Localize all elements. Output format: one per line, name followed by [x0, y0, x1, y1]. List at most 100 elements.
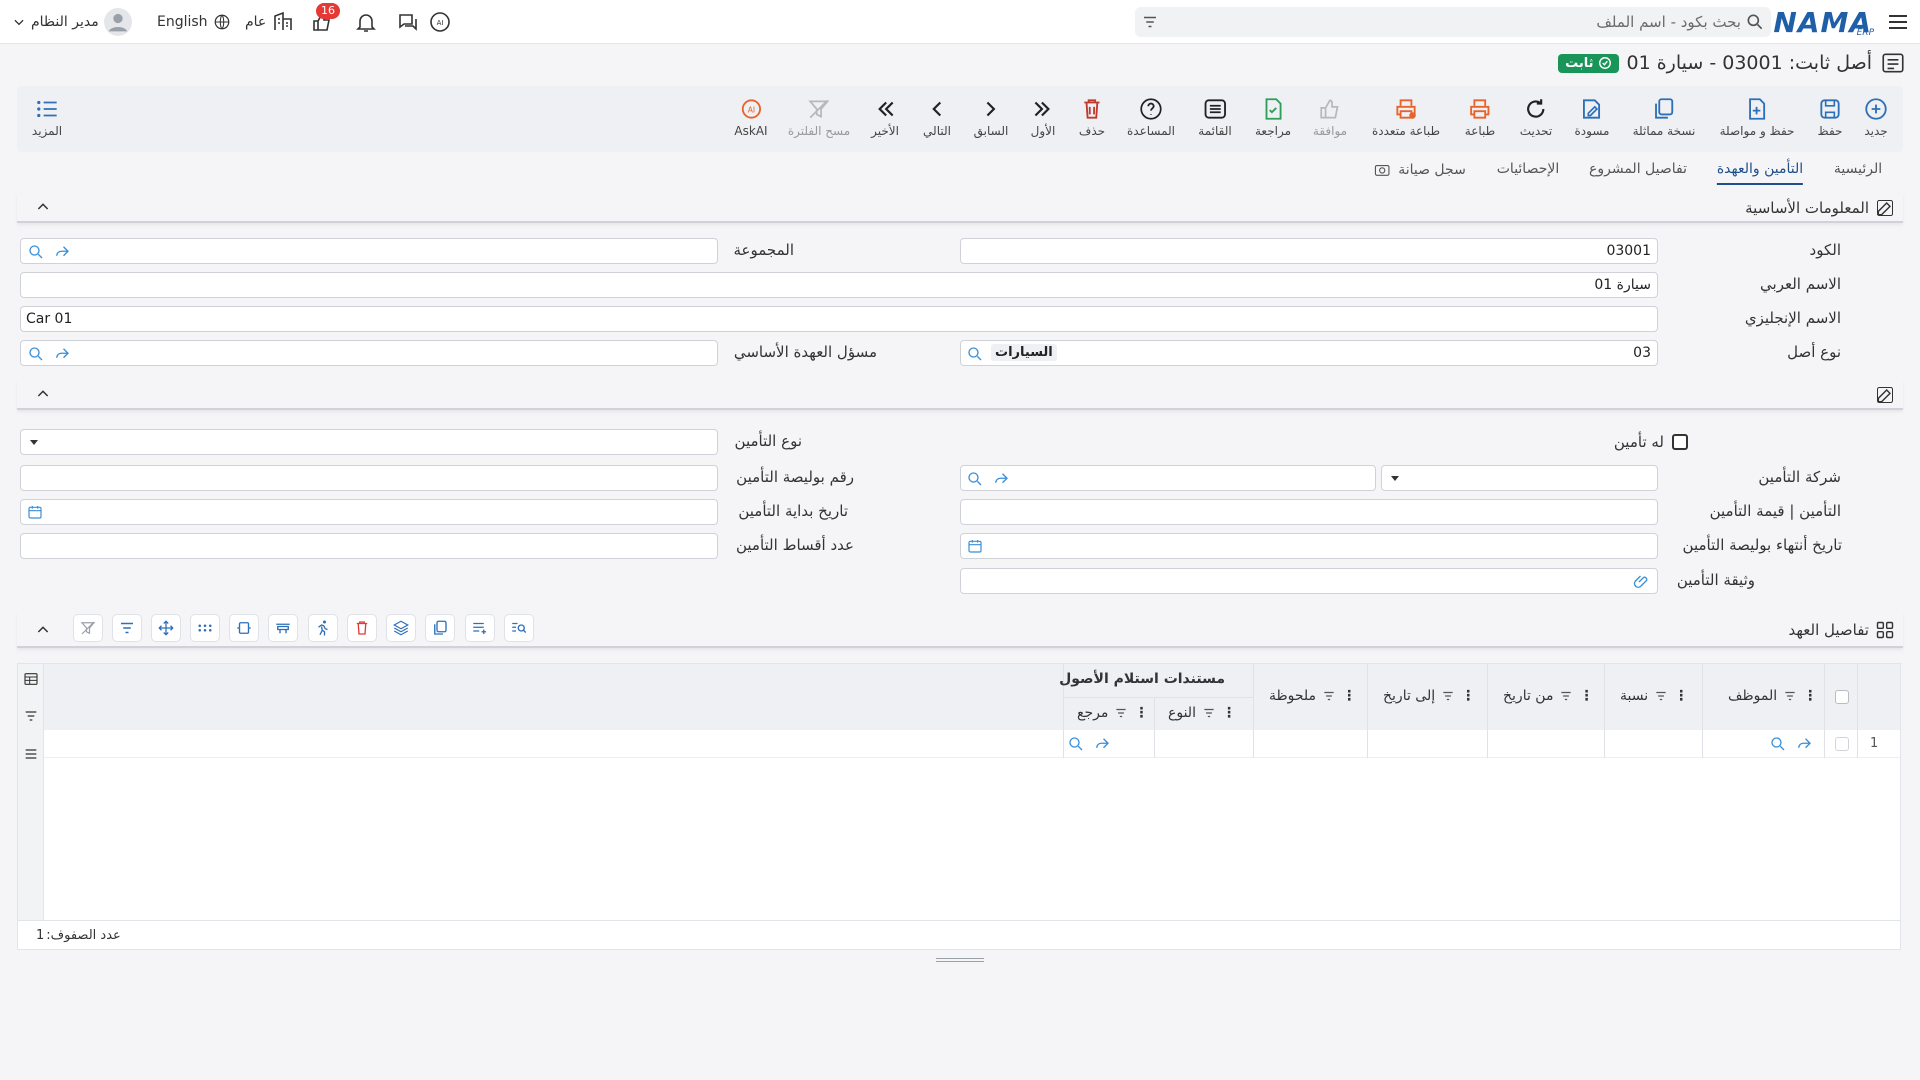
draft-button[interactable]: مسودة — [1575, 86, 1609, 152]
custody-owner-field[interactable] — [20, 340, 718, 366]
insurance-type-select[interactable] — [20, 429, 718, 455]
column-header-employee[interactable]: ⋮ الموظف — [1710, 688, 1818, 704]
filter-icon[interactable] — [1202, 706, 1216, 720]
grid-delete-button[interactable] — [347, 614, 377, 642]
policy-number-field[interactable] — [20, 465, 718, 491]
scope-selector[interactable]: عام — [245, 0, 295, 44]
delete-button[interactable]: حذف — [1079, 86, 1105, 152]
tab-statistics[interactable]: الإحصائيات — [1497, 161, 1560, 177]
review-button[interactable]: مراجعة — [1255, 86, 1291, 152]
tab-project-details[interactable]: تفاصيل المشروع — [1589, 161, 1687, 177]
group-field[interactable] — [20, 238, 718, 264]
has-insurance-checkbox[interactable]: له تأمين — [1614, 433, 1688, 451]
approvals-button[interactable]: 16 — [310, 0, 346, 44]
new-button[interactable]: جديد — [1863, 86, 1889, 152]
grid-move-button[interactable] — [151, 614, 181, 642]
search-lookup-icon[interactable] — [27, 345, 45, 363]
arabic-name-field[interactable]: سيارة 01 — [20, 272, 1658, 298]
table-row[interactable]: 1 — [44, 730, 1900, 758]
search-lookup-icon[interactable] — [27, 243, 45, 261]
duplicate-button[interactable]: نسخة مماثلة — [1633, 86, 1695, 152]
save-button[interactable]: حفظ — [1817, 86, 1843, 152]
share-icon[interactable] — [992, 470, 1010, 488]
filter-icon[interactable] — [1141, 13, 1159, 31]
share-icon[interactable] — [53, 345, 71, 363]
grid-freeze-button[interactable] — [268, 614, 298, 642]
english-name-field[interactable]: Car 01 — [20, 306, 1658, 332]
resize-handle[interactable] — [936, 956, 984, 964]
grid-filter-button[interactable] — [112, 614, 142, 642]
insurance-value-field[interactable] — [960, 499, 1658, 525]
filter-icon[interactable] — [1783, 689, 1797, 703]
grid-add-row-button[interactable] — [465, 614, 495, 642]
grid-apps-button[interactable] — [190, 614, 220, 642]
insurance-company-lookup[interactable] — [960, 465, 1376, 491]
chevron-up-icon[interactable] — [35, 199, 51, 215]
previous-record-button[interactable]: السابق — [974, 86, 1008, 152]
approve-button[interactable]: موافقة — [1313, 86, 1347, 152]
more-button[interactable]: المزيد — [32, 86, 62, 152]
askai-button[interactable]: AI AskAI — [734, 86, 768, 152]
messages-button[interactable] — [396, 0, 420, 44]
main-menu-button[interactable] — [1886, 0, 1910, 44]
last-record-button[interactable]: الأخير — [871, 86, 899, 152]
column-header-ratio[interactable]: ⋮ نسبة — [1612, 688, 1688, 704]
column-header-note[interactable]: ⋮ ملحوظة — [1261, 688, 1356, 704]
print-button[interactable]: طباعة — [1465, 86, 1495, 152]
filter-icon[interactable] — [1559, 689, 1573, 703]
share-icon[interactable] — [1093, 735, 1111, 753]
tab-insurance-custody[interactable]: التأمين والعهدة — [1716, 161, 1804, 185]
insurance-company-select[interactable] — [1381, 465, 1658, 491]
column-header-to-date[interactable]: ⋮ إلى تاريخ — [1375, 688, 1475, 704]
user-menu[interactable]: مدير النظام — [12, 0, 132, 44]
insurance-document-field[interactable] — [960, 568, 1658, 594]
tab-main[interactable]: الرئيسية — [1834, 161, 1882, 177]
list-button[interactable]: القائمة — [1198, 86, 1232, 152]
share-icon[interactable] — [53, 243, 71, 261]
share-icon[interactable] — [1795, 735, 1813, 753]
select-all-checkbox[interactable] — [1835, 690, 1849, 704]
paperclip-icon[interactable] — [1633, 573, 1651, 591]
filter-icon[interactable] — [1114, 706, 1128, 720]
grid-copy-button[interactable] — [425, 614, 455, 642]
first-record-button[interactable]: الأول — [1030, 86, 1056, 152]
multi-print-button[interactable]: طباعة متعددة — [1372, 86, 1440, 152]
language-switch[interactable]: English — [157, 0, 231, 44]
column-header-type[interactable]: ⋮ النوع — [1162, 705, 1236, 721]
clear-filter-button[interactable]: مسح الفلترة — [788, 86, 850, 152]
row-checkbox[interactable] — [1835, 737, 1849, 751]
grid-layers-button[interactable] — [386, 614, 416, 642]
start-date-field[interactable] — [20, 499, 718, 525]
grid-clear-filter-button[interactable] — [73, 614, 103, 642]
help-button[interactable]: المساعدة — [1127, 86, 1175, 152]
tab-maintenance-log[interactable]: سجل صيانة — [1372, 161, 1466, 179]
search-lookup-icon[interactable] — [966, 470, 984, 488]
asset-type-field[interactable]: 03 السيارات — [960, 340, 1658, 366]
column-header-reference[interactable]: ⋮ مرجع — [1071, 705, 1148, 721]
search-input[interactable]: بحث بكود - اسم الملف — [1135, 7, 1771, 37]
code-field[interactable]: 03001 — [960, 238, 1658, 264]
table-icon[interactable] — [23, 671, 39, 687]
search-lookup-icon[interactable] — [1769, 735, 1787, 753]
refresh-button[interactable]: تحديث — [1520, 86, 1552, 152]
grid-fit-button[interactable] — [229, 614, 259, 642]
end-date-field[interactable] — [960, 533, 1658, 559]
column-header-from-date[interactable]: ⋮ من تاريخ — [1495, 688, 1593, 704]
notifications-button[interactable] — [354, 0, 378, 44]
filter-icon[interactable] — [1441, 689, 1455, 703]
search-lookup-icon[interactable] — [1067, 735, 1085, 753]
filter-icon[interactable] — [1322, 689, 1336, 703]
chevron-up-icon[interactable] — [35, 622, 51, 638]
next-record-button[interactable]: التالي — [923, 86, 951, 152]
save-continue-button[interactable]: حفظ و مواصلة — [1720, 86, 1794, 152]
grid-run-button[interactable] — [308, 614, 338, 642]
installments-field[interactable] — [20, 533, 718, 559]
calendar-icon[interactable] — [967, 538, 983, 554]
chevron-up-icon[interactable] — [35, 386, 51, 402]
search-lookup-icon[interactable] — [966, 345, 984, 363]
checkbox[interactable] — [1672, 434, 1688, 450]
ai-chat-button[interactable]: AI — [428, 0, 452, 44]
menu-icon[interactable] — [23, 746, 39, 762]
grid-search-button[interactable] — [504, 614, 534, 642]
filter-icon[interactable] — [23, 708, 39, 724]
